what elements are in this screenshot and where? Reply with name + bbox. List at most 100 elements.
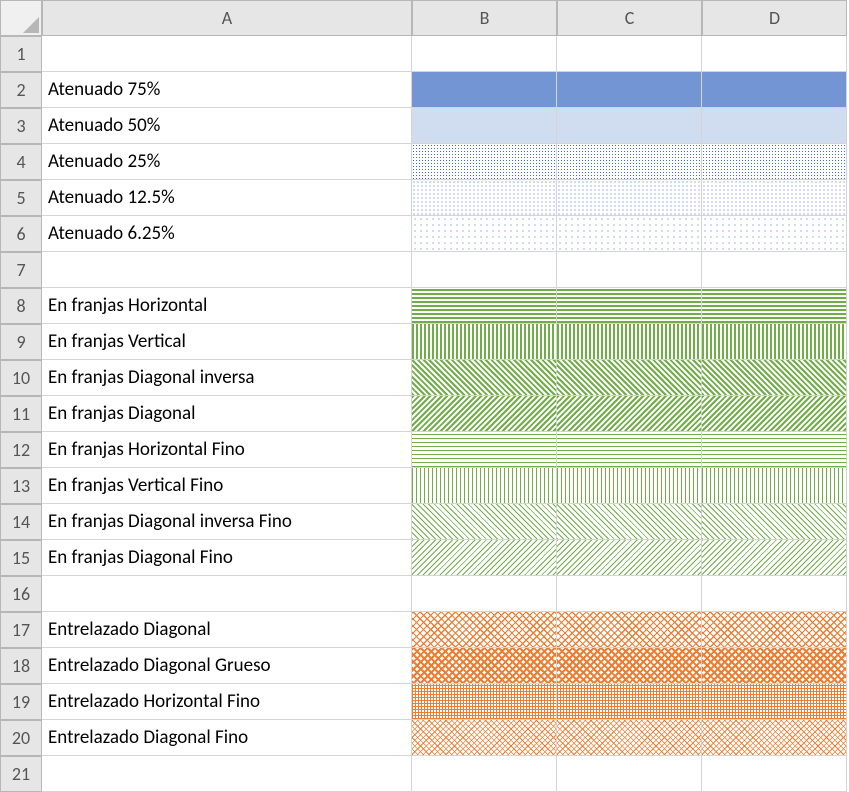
cell-C5[interactable] — [557, 180, 702, 216]
cell-D4[interactable] — [702, 144, 847, 180]
cell-B14[interactable] — [412, 504, 557, 540]
cell-D5[interactable] — [702, 180, 847, 216]
row-header-13[interactable]: 13 — [0, 468, 42, 504]
cell-A12[interactable]: En franjas Horizontal Fino — [42, 432, 412, 468]
row-header-1[interactable]: 1 — [0, 36, 42, 72]
cell-C3[interactable] — [557, 108, 702, 144]
cell-C18[interactable] — [557, 648, 702, 684]
cell-B16[interactable] — [412, 576, 557, 612]
cell-C2[interactable] — [557, 72, 702, 108]
cell-D20[interactable] — [702, 720, 847, 756]
row-header-12[interactable]: 12 — [0, 432, 42, 468]
cell-C15[interactable] — [557, 540, 702, 576]
row-header-8[interactable]: 8 — [0, 288, 42, 324]
column-header-C[interactable]: C — [557, 0, 702, 36]
cell-B4[interactable] — [412, 144, 557, 180]
cell-C13[interactable] — [557, 468, 702, 504]
spreadsheet-grid[interactable]: ABCD12Atenuado 75%3Atenuado 50%4Atenuado… — [0, 0, 849, 792]
cell-A3[interactable]: Atenuado 50% — [42, 108, 412, 144]
cell-C14[interactable] — [557, 504, 702, 540]
cell-B12[interactable] — [412, 432, 557, 468]
cell-A10[interactable]: En franjas Diagonal inversa — [42, 360, 412, 396]
row-header-11[interactable]: 11 — [0, 396, 42, 432]
cell-C12[interactable] — [557, 432, 702, 468]
cell-A14[interactable]: En franjas Diagonal inversa Fino — [42, 504, 412, 540]
cell-C20[interactable] — [557, 720, 702, 756]
cell-B18[interactable] — [412, 648, 557, 684]
cell-A4[interactable]: Atenuado 25% — [42, 144, 412, 180]
row-header-16[interactable]: 16 — [0, 576, 42, 612]
cell-B11[interactable] — [412, 396, 557, 432]
cell-D8[interactable] — [702, 288, 847, 324]
row-header-2[interactable]: 2 — [0, 72, 42, 108]
cell-D1[interactable] — [702, 36, 847, 72]
cell-A5[interactable]: Atenuado 12.5% — [42, 180, 412, 216]
cell-D9[interactable] — [702, 324, 847, 360]
row-header-9[interactable]: 9 — [0, 324, 42, 360]
row-header-7[interactable]: 7 — [0, 252, 42, 288]
cell-B9[interactable] — [412, 324, 557, 360]
select-all-corner[interactable] — [0, 0, 42, 36]
cell-D11[interactable] — [702, 396, 847, 432]
cell-A13[interactable]: En franjas Vertical Fino — [42, 468, 412, 504]
cell-A17[interactable]: Entrelazado Diagonal — [42, 612, 412, 648]
cell-D3[interactable] — [702, 108, 847, 144]
cell-D6[interactable] — [702, 216, 847, 252]
row-header-3[interactable]: 3 — [0, 108, 42, 144]
cell-A16[interactable] — [42, 576, 412, 612]
row-header-19[interactable]: 19 — [0, 684, 42, 720]
row-header-10[interactable]: 10 — [0, 360, 42, 396]
cell-D14[interactable] — [702, 504, 847, 540]
cell-D13[interactable] — [702, 468, 847, 504]
cell-C8[interactable] — [557, 288, 702, 324]
cell-A6[interactable]: Atenuado 6.25% — [42, 216, 412, 252]
cell-C6[interactable] — [557, 216, 702, 252]
row-header-20[interactable]: 20 — [0, 720, 42, 756]
cell-D2[interactable] — [702, 72, 847, 108]
cell-A1[interactable] — [42, 36, 412, 72]
row-header-17[interactable]: 17 — [0, 612, 42, 648]
cell-D17[interactable] — [702, 612, 847, 648]
column-header-A[interactable]: A — [42, 0, 412, 36]
cell-D10[interactable] — [702, 360, 847, 396]
cell-A2[interactable]: Atenuado 75% — [42, 72, 412, 108]
column-header-B[interactable]: B — [412, 0, 557, 36]
cell-B3[interactable] — [412, 108, 557, 144]
cell-A11[interactable]: En franjas Diagonal — [42, 396, 412, 432]
cell-B7[interactable] — [412, 252, 557, 288]
cell-C7[interactable] — [557, 252, 702, 288]
cell-B10[interactable] — [412, 360, 557, 396]
cell-C4[interactable] — [557, 144, 702, 180]
cell-C16[interactable] — [557, 576, 702, 612]
cell-C11[interactable] — [557, 396, 702, 432]
cell-D15[interactable] — [702, 540, 847, 576]
row-header-15[interactable]: 15 — [0, 540, 42, 576]
cell-A9[interactable]: En franjas Vertical — [42, 324, 412, 360]
row-header-14[interactable]: 14 — [0, 504, 42, 540]
cell-D16[interactable] — [702, 576, 847, 612]
cell-D18[interactable] — [702, 648, 847, 684]
cell-B1[interactable] — [412, 36, 557, 72]
row-header-18[interactable]: 18 — [0, 648, 42, 684]
cell-A8[interactable]: En franjas Horizontal — [42, 288, 412, 324]
cell-B2[interactable] — [412, 72, 557, 108]
cell-D19[interactable] — [702, 684, 847, 720]
cell-A19[interactable]: Entrelazado Horizontal Fino — [42, 684, 412, 720]
cell-A15[interactable]: En franjas Diagonal Fino — [42, 540, 412, 576]
cell-C10[interactable] — [557, 360, 702, 396]
cell-A7[interactable] — [42, 252, 412, 288]
cell-B17[interactable] — [412, 612, 557, 648]
cell-B15[interactable] — [412, 540, 557, 576]
cell-D12[interactable] — [702, 432, 847, 468]
cell-B19[interactable] — [412, 684, 557, 720]
cell-B8[interactable] — [412, 288, 557, 324]
row-header-4[interactable]: 4 — [0, 144, 42, 180]
cell-B20[interactable] — [412, 720, 557, 756]
column-header-D[interactable]: D — [702, 0, 847, 36]
cell-A20[interactable]: Entrelazado Diagonal Fino — [42, 720, 412, 756]
cell-B5[interactable] — [412, 180, 557, 216]
row-header-5[interactable]: 5 — [0, 180, 42, 216]
cell-B13[interactable] — [412, 468, 557, 504]
cell-C19[interactable] — [557, 684, 702, 720]
cell-C9[interactable] — [557, 324, 702, 360]
